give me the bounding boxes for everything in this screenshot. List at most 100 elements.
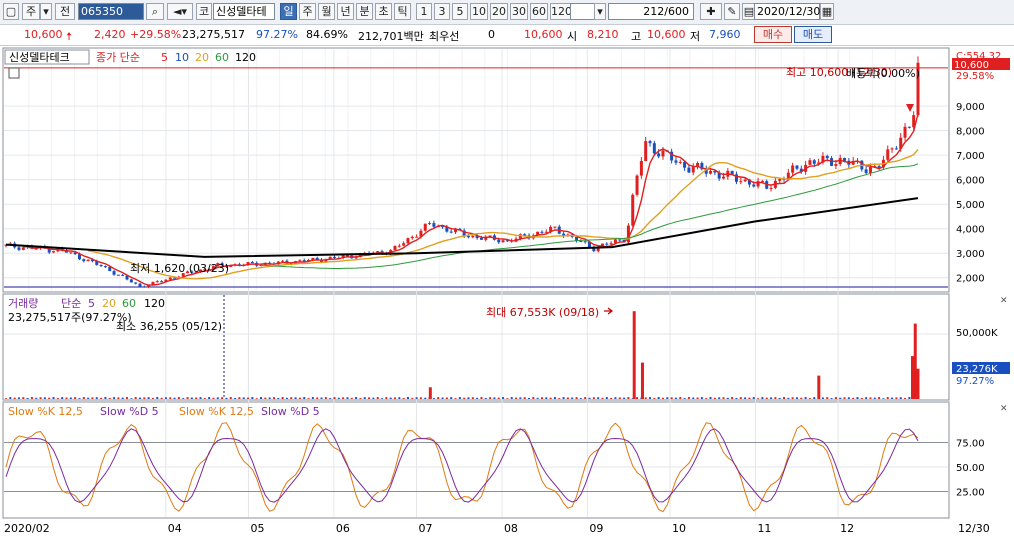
code-input[interactable]: 065350 bbox=[78, 3, 144, 20]
volume-bar bbox=[151, 397, 154, 399]
interval-button-10[interactable]: 10 bbox=[470, 3, 488, 20]
grid-toggle-icon[interactable] bbox=[8, 67, 20, 79]
volume-bar bbox=[726, 397, 729, 399]
tools-icon[interactable]: ✎ bbox=[724, 3, 740, 20]
interval-button-5[interactable]: 5 bbox=[452, 3, 468, 20]
stock-label: 신성델타테크 bbox=[9, 51, 70, 64]
candle-body bbox=[121, 274, 125, 276]
volume-bar bbox=[56, 398, 59, 399]
volume-bar bbox=[752, 397, 755, 399]
zoom-icon[interactable]: ✚ bbox=[700, 3, 722, 20]
volume-bar bbox=[787, 397, 790, 399]
speaker-icon[interactable]: ◄▾ bbox=[167, 3, 193, 20]
period-button-3[interactable]: 년 bbox=[337, 3, 354, 20]
interval-button-120[interactable]: 120 bbox=[550, 3, 572, 20]
volume-bar bbox=[324, 397, 327, 399]
period-button-0[interactable]: 일 bbox=[280, 3, 297, 20]
volume-bar bbox=[882, 398, 885, 399]
ma5-label: 5 bbox=[161, 51, 168, 64]
volume-bar bbox=[636, 397, 639, 399]
chevron-down-icon[interactable]: ▾ bbox=[40, 3, 52, 20]
low-label: 저 bbox=[690, 30, 701, 43]
candle-body bbox=[406, 238, 410, 244]
volume-bar bbox=[873, 397, 876, 399]
volume-bar bbox=[493, 397, 496, 399]
buy-button[interactable]: 매수 bbox=[754, 26, 792, 43]
candle-body bbox=[739, 181, 743, 183]
price-y-tick: 5,000 bbox=[956, 200, 985, 211]
type-select[interactable]: 주 bbox=[22, 3, 40, 20]
high-label: 고 bbox=[631, 30, 642, 43]
x-axis-label: 10 bbox=[672, 522, 686, 535]
volume-bar bbox=[843, 397, 846, 399]
sell-button[interactable]: 매도 bbox=[794, 26, 832, 43]
vol-ma5-label: 5 bbox=[88, 297, 95, 310]
candle-body bbox=[168, 277, 172, 280]
calendar-icon[interactable]: ▦ bbox=[820, 3, 834, 20]
period-button-6[interactable]: 틱 bbox=[394, 3, 411, 20]
volume-bar bbox=[515, 397, 518, 399]
volume-bar bbox=[649, 397, 652, 399]
volume-bar bbox=[238, 397, 241, 399]
candle-body bbox=[778, 179, 782, 181]
candle-body bbox=[298, 260, 302, 262]
volume-bar bbox=[670, 397, 673, 399]
volume-bar bbox=[553, 397, 556, 399]
volume-bar bbox=[437, 397, 440, 399]
ma-label: 종가 단순 bbox=[96, 51, 140, 64]
period-button-2[interactable]: 월 bbox=[318, 3, 335, 20]
candle-body bbox=[497, 239, 501, 243]
volume-bar bbox=[865, 397, 868, 399]
candle-body bbox=[553, 226, 557, 228]
interval-button-3[interactable]: 3 bbox=[434, 3, 450, 20]
volume-bar bbox=[562, 397, 565, 399]
x-axis-label: 07 bbox=[419, 522, 433, 535]
period-button-1[interactable]: 주 bbox=[299, 3, 316, 20]
x-axis-label: 12/30 bbox=[958, 522, 990, 535]
chart-area[interactable]: 신성델타테크 종가 단순 5 10 20 60 120 C:554.32 10,… bbox=[0, 46, 1014, 538]
volume-bar bbox=[644, 397, 647, 399]
price-y-tick: 3,000 bbox=[956, 249, 985, 260]
volume-bar bbox=[26, 397, 29, 399]
volume-bar bbox=[285, 397, 288, 399]
close-icon[interactable]: ✕ bbox=[1000, 404, 1008, 414]
volume-bar bbox=[13, 397, 16, 399]
volume-bar bbox=[65, 397, 68, 399]
volume-bar bbox=[878, 397, 881, 399]
layout-icon[interactable]: ▢ bbox=[3, 3, 19, 20]
candle-body bbox=[691, 167, 695, 173]
interval-button-20[interactable]: 20 bbox=[490, 3, 508, 20]
price-y-tick: 2,000 bbox=[956, 274, 985, 285]
volume-bar bbox=[826, 397, 829, 399]
candle-body bbox=[894, 148, 898, 150]
volume-bar bbox=[804, 397, 807, 399]
volume-ma-label: 단순 bbox=[61, 297, 81, 310]
market-label[interactable]: 코 bbox=[196, 3, 212, 20]
volume-bar bbox=[216, 397, 219, 399]
volume-bar bbox=[558, 398, 561, 399]
interval-button-1[interactable]: 1 bbox=[416, 3, 432, 20]
interval-button-60[interactable]: 60 bbox=[530, 3, 548, 20]
volume-bar bbox=[536, 397, 539, 399]
stock-name-field[interactable]: 신성델타테 bbox=[213, 3, 275, 20]
volume-bar bbox=[108, 397, 111, 399]
count-field[interactable]: 212/600 bbox=[608, 3, 694, 20]
volume-bar bbox=[748, 397, 751, 399]
volume-bar bbox=[350, 397, 353, 399]
volume-bar bbox=[830, 398, 833, 399]
chevron-down-icon[interactable]: ▾ bbox=[594, 3, 606, 20]
search-icon[interactable]: ⌕ bbox=[146, 3, 164, 20]
prev-button[interactable]: 전 bbox=[55, 3, 75, 20]
period-button-5[interactable]: 초 bbox=[375, 3, 392, 20]
date-field[interactable]: 2020/12/30 bbox=[754, 3, 820, 20]
candle-body bbox=[428, 223, 432, 225]
volume-bar bbox=[30, 397, 33, 399]
volume-bar bbox=[87, 397, 90, 399]
interval-button-30[interactable]: 30 bbox=[510, 3, 528, 20]
candle-body bbox=[907, 126, 911, 128]
change-pct: +29.58% bbox=[130, 28, 182, 41]
close-icon[interactable]: ✕ bbox=[1000, 296, 1008, 306]
volume-bar bbox=[355, 397, 358, 399]
period-button-4[interactable]: 분 bbox=[356, 3, 373, 20]
volume-bar bbox=[9, 397, 12, 399]
